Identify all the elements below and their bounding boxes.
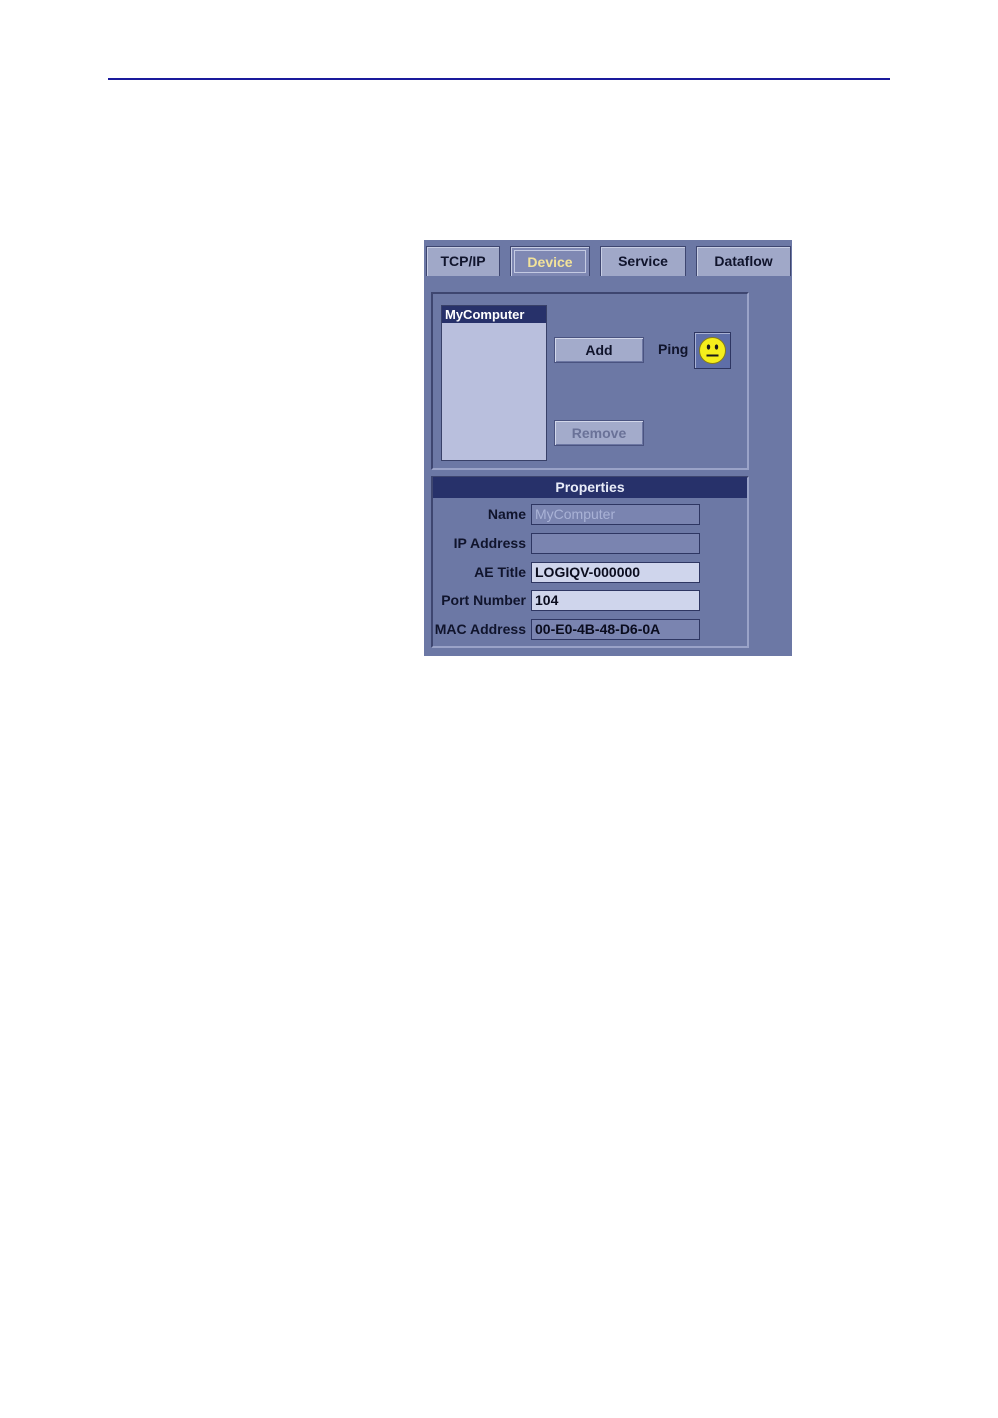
properties-header: Properties [433,477,747,498]
tab-device-label: Device [514,250,586,273]
name-field[interactable]: MyComputer [531,504,700,525]
ae-title-label: AE Title [474,564,526,580]
ae-title-field[interactable]: LOGIQV-000000 [531,562,700,583]
tab-dataflow[interactable]: Dataflow [696,246,791,276]
name-label: Name [487,506,526,522]
tab-service-label: Service [618,253,668,269]
page-header-rule [108,78,890,80]
tab-tcpip-label: TCP/IP [440,253,486,269]
tab-tcpip[interactable]: TCP/IP [426,246,500,276]
tab-dataflow-label: Dataflow [714,253,773,269]
mac-address-field[interactable]: 00-E0-4B-48-D6-0A [531,619,700,640]
tab-service[interactable]: Service [600,246,686,276]
add-button[interactable]: Add [554,337,644,363]
ping-button[interactable] [694,332,731,369]
ip-address-field[interactable] [531,533,700,554]
neutral-face-icon [699,337,726,364]
remove-button[interactable]: Remove [554,420,644,446]
add-button-label: Add [585,342,613,358]
port-number-field[interactable]: 104 [531,590,700,611]
list-item[interactable]: MyComputer [442,306,546,323]
ping-label: Ping [658,341,689,357]
remove-button-label: Remove [571,425,627,441]
connectivity-device-panel: TCP/IP Device Service Dataflow MyCompute… [424,240,792,656]
mac-address-label: MAC Address [434,621,526,637]
port-number-label: Port Number [441,592,526,608]
ip-address-label: IP Address [453,535,526,551]
device-listbox[interactable]: MyComputer [441,305,547,461]
tab-device[interactable]: Device [510,246,590,276]
